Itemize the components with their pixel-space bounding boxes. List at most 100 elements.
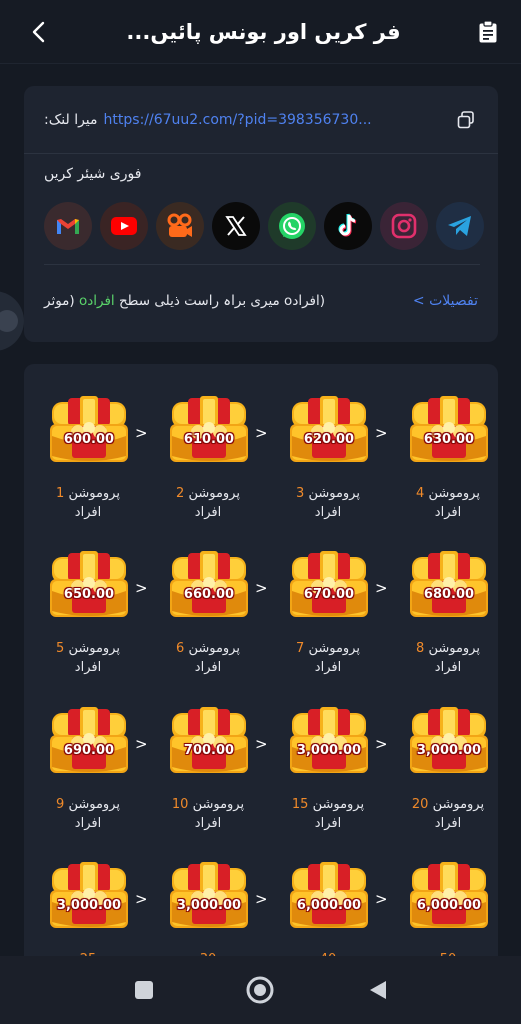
reward-amount: 620.00 xyxy=(303,432,355,447)
reward-promotion-line: 20 پروموشن xyxy=(400,795,496,814)
next-tier-arrow: > xyxy=(135,735,148,753)
tiktok-icon xyxy=(338,213,357,237)
reward-tier: 3,000.00 20 پروموشن افراد xyxy=(394,677,494,831)
reward-chest: 650.00 xyxy=(48,551,130,623)
reward-count: 1 xyxy=(56,486,65,501)
reward-amount: 630.00 xyxy=(423,432,475,447)
invite-link-row: :میرا لنک https://67uu2.com/?pid=3983567… xyxy=(24,86,498,154)
reward-chest: 3,000.00 xyxy=(48,862,130,934)
reward-promotion-text: پروموشن xyxy=(188,486,240,501)
reward-amount: 690.00 xyxy=(63,743,115,758)
reward-count: 10 xyxy=(171,797,189,812)
back-nav-button[interactable] xyxy=(364,976,392,1004)
reward-promotion-line: 1 پروموشن xyxy=(40,484,136,503)
reward-promotion-line: 15 پروموشن xyxy=(280,795,376,814)
reward-count: 9 xyxy=(56,797,65,812)
share-x-button[interactable] xyxy=(212,202,260,250)
reward-label: 15 پروموشن افراد xyxy=(280,795,376,833)
reward-label: 10 پروموشن افراد xyxy=(160,795,256,833)
reward-people-text: افراد xyxy=(74,816,102,831)
copy-icon xyxy=(457,110,474,128)
share-instagram-button[interactable] xyxy=(380,202,428,250)
share-telegram-button[interactable] xyxy=(436,202,484,250)
clipboard-icon xyxy=(479,19,497,42)
square-icon xyxy=(135,981,153,999)
reward-promotion-text: پروموشن xyxy=(428,486,480,501)
circle-home-icon xyxy=(246,976,274,1004)
reward-tier: 3,000.00 15 پروموشن افراد xyxy=(274,677,374,831)
reward-promotion-line: 10 پروموشن xyxy=(160,795,256,814)
reward-count: 6 xyxy=(176,641,185,656)
reward-count: 15 xyxy=(291,797,309,812)
next-tier-arrow: > xyxy=(135,579,148,597)
next-tier-arrow: > xyxy=(375,579,388,597)
reward-promotion-text: پروموشن xyxy=(312,797,365,812)
share-youtube-button[interactable] xyxy=(100,202,148,250)
reward-tier: 620.00 3 پروموشن افراد xyxy=(274,366,374,520)
side-float-handle[interactable] xyxy=(0,291,24,351)
reward-chest: 690.00 xyxy=(48,707,130,779)
reward-amount: 660.00 xyxy=(183,587,235,602)
reward-tier: 3,000.00 25 xyxy=(34,832,134,964)
details-link[interactable]: < تفصیلات xyxy=(413,293,478,309)
system-navbar xyxy=(0,956,521,1024)
reward-label: 20 پروموشن افراد xyxy=(400,795,496,833)
reward-tier: 700.00 10 پروموشن افراد xyxy=(154,677,254,831)
reward-people-text: افراد xyxy=(314,505,342,520)
reward-promotion-text: پروموشن xyxy=(428,641,480,656)
reward-label: 6 پروموشن افراد xyxy=(160,639,256,677)
reward-promotion-line: 8 پروموشن xyxy=(400,639,496,658)
reward-chest: 3,000.00 xyxy=(168,862,250,934)
triangle-back-icon xyxy=(370,981,386,999)
reward-promotion-text: پروموشن xyxy=(68,486,120,501)
reward-chest: 660.00 xyxy=(168,551,250,623)
reward-amount: 3,000.00 xyxy=(416,743,482,758)
reward-tier: 600.00 1 پروموشن افراد xyxy=(34,366,136,520)
share-whatsapp-button[interactable] xyxy=(268,202,316,250)
reward-promotion-text: پروموشن xyxy=(308,486,360,501)
recent-apps-button[interactable] xyxy=(130,976,158,1004)
reward-promotion-line: 9 پروموشن xyxy=(40,795,136,814)
invite-link-url[interactable]: https://67uu2.com/?pid=398356730... xyxy=(104,112,390,128)
home-button[interactable] xyxy=(246,976,274,1004)
share-gmail-button[interactable] xyxy=(44,202,92,250)
reward-label: 8 پروموشن افراد xyxy=(400,639,496,677)
reward-people-text: افراد xyxy=(74,660,102,675)
reward-promotion-line: 5 پروموشن xyxy=(40,639,136,658)
reward-tier: 650.00 5 پروموشن افراد xyxy=(34,521,136,675)
share-tiktok-button[interactable] xyxy=(324,202,372,250)
reward-count: 4 xyxy=(416,486,425,501)
clipboard-button[interactable] xyxy=(473,17,503,47)
back-button[interactable] xyxy=(24,17,54,47)
reward-amount: 600.00 xyxy=(63,432,115,447)
reward-promotion-line: 7 پروموشن xyxy=(280,639,376,658)
direct-subordinates-text: (افرادo میری براہ راست ذیلی سطح افرادo (… xyxy=(44,293,325,309)
whatsapp-icon xyxy=(279,213,305,239)
reward-tier: 680.00 8 پروموشن افراد xyxy=(394,521,494,675)
instagram-icon xyxy=(391,213,417,239)
reward-amount: 3,000.00 xyxy=(56,898,122,913)
copy-link-button[interactable] xyxy=(454,108,478,132)
rewards-card: 600.00 1 پروموشن افراد 610.00 2 پروموشن … xyxy=(24,364,498,964)
reward-count: 8 xyxy=(416,641,425,656)
next-tier-arrow: > xyxy=(135,424,148,442)
reward-promotion-text: پروموشن xyxy=(68,641,120,656)
reward-tier: 670.00 7 پروموشن افراد xyxy=(274,521,376,675)
next-tier-arrow: > xyxy=(375,424,388,442)
reward-count: 2 xyxy=(176,486,185,501)
kwai-icon xyxy=(167,213,192,237)
next-tier-arrow: > xyxy=(135,890,148,908)
reward-promotion-text: پروموشن xyxy=(188,641,240,656)
reward-promotion-text: پروموشن xyxy=(308,641,360,656)
reward-people-text: افراد xyxy=(314,816,342,831)
reward-promotion-line: 2 پروموشن xyxy=(160,484,256,503)
direct-subordinates-row: (افرادo میری براہ راست ذیلی سطح افرادo (… xyxy=(44,286,478,316)
share-kwai-button[interactable] xyxy=(156,202,204,250)
reward-people-text: افراد xyxy=(194,816,222,831)
reward-chest: 630.00 xyxy=(408,396,490,468)
invite-link-label: :میرا لنک xyxy=(44,111,98,128)
reward-promotion-line: 6 پروموشن xyxy=(160,639,256,658)
reward-amount: 6,000.00 xyxy=(296,898,362,913)
reward-people-text: افراد xyxy=(434,660,462,675)
reward-chest: 670.00 xyxy=(288,551,370,623)
